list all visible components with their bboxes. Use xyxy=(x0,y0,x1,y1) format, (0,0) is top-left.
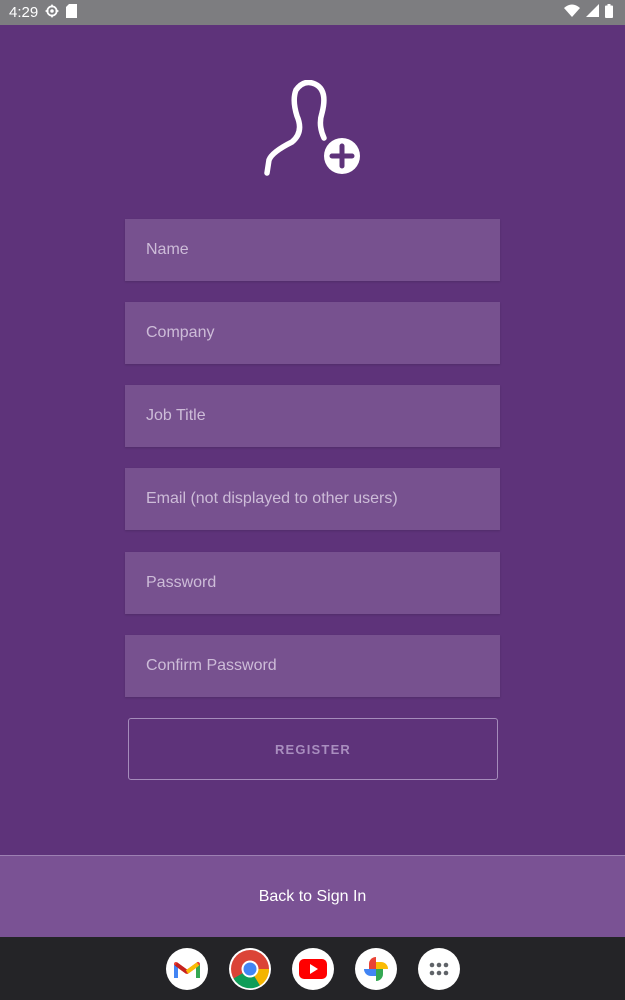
name-input[interactable] xyxy=(125,219,500,281)
add-user-icon xyxy=(262,79,362,180)
status-time: 4:29 xyxy=(9,4,39,21)
register-screen: REGISTER xyxy=(0,25,625,855)
register-button[interactable]: REGISTER xyxy=(128,718,498,780)
app-drawer-icon[interactable] xyxy=(417,947,460,990)
email-input[interactable] xyxy=(125,468,500,530)
settings-gear-icon xyxy=(45,4,59,22)
status-right xyxy=(564,3,613,22)
app-dock xyxy=(0,937,625,1000)
wifi-icon xyxy=(564,4,580,21)
company-input[interactable] xyxy=(125,302,500,364)
youtube-icon[interactable] xyxy=(291,947,334,990)
battery-icon xyxy=(605,3,613,22)
cell-signal-icon xyxy=(586,4,599,21)
password-input[interactable] xyxy=(125,552,500,614)
back-to-sign-in-button[interactable]: Back to Sign In xyxy=(0,855,625,937)
photos-icon[interactable] xyxy=(354,947,397,990)
status-bar: 4:29 xyxy=(0,0,625,25)
gmail-icon[interactable] xyxy=(165,947,208,990)
sd-card-icon xyxy=(66,3,78,22)
confirm-password-input[interactable] xyxy=(125,635,500,697)
chrome-icon[interactable] xyxy=(228,947,271,990)
back-to-sign-in-label: Back to Sign In xyxy=(258,887,367,905)
status-left: 4:29 xyxy=(9,3,78,22)
job-title-input[interactable] xyxy=(125,385,500,447)
